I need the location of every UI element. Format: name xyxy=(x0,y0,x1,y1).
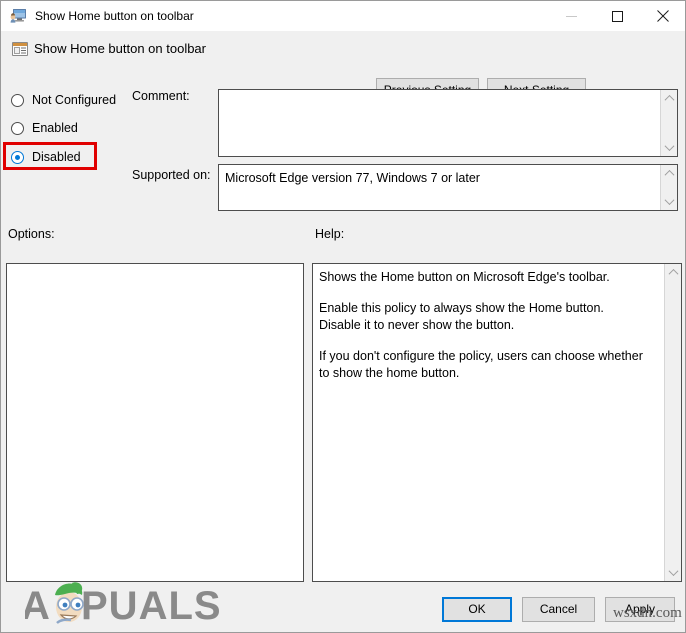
maximize-button[interactable] xyxy=(594,1,640,31)
chevron-up-icon[interactable] xyxy=(661,165,678,182)
ok-button[interactable]: OK xyxy=(442,597,512,622)
supported-on-scrollbar[interactable] xyxy=(660,165,677,210)
chevron-up-icon[interactable] xyxy=(665,264,682,281)
supported-on-input[interactable]: Microsoft Edge version 77, Windows 7 or … xyxy=(218,164,678,211)
supported-on-label: Supported on: xyxy=(132,168,211,182)
help-label: Help: xyxy=(315,227,345,241)
title-bar: Show Home button on toolbar xyxy=(1,1,685,31)
help-text: Shows the Home button on Microsoft Edge'… xyxy=(319,269,649,382)
setting-header-title: Show Home button on toolbar xyxy=(34,41,206,56)
apply-button[interactable]: Apply xyxy=(605,597,675,622)
radio-enabled[interactable]: Enabled xyxy=(11,118,78,138)
policy-setting-dialog: Show Home button on toolbar Show Home bu… xyxy=(0,0,686,633)
radio-disabled[interactable]: Disabled xyxy=(11,147,81,167)
setting-header-bar: Show Home button on toolbar Previous Set… xyxy=(1,31,685,103)
options-pane[interactable] xyxy=(6,263,304,582)
radio-enabled-label: Enabled xyxy=(32,121,78,135)
help-paragraph: Enable this policy to always show the Ho… xyxy=(319,301,604,332)
close-icon xyxy=(657,10,669,22)
svg-text:PUALS: PUALS xyxy=(81,584,222,628)
policy-document-icon xyxy=(11,40,29,58)
radio-disabled-label: Disabled xyxy=(32,150,81,164)
chevron-down-icon[interactable] xyxy=(661,139,678,156)
window-title: Show Home button on toolbar xyxy=(35,9,194,23)
radio-enabled-mark xyxy=(11,121,24,135)
help-paragraph: Shows the Home button on Microsoft Edge'… xyxy=(319,270,610,284)
radio-not-configured-mark xyxy=(11,93,24,107)
cancel-button[interactable]: Cancel xyxy=(522,597,595,622)
radio-not-configured[interactable]: Not Configured xyxy=(11,90,116,110)
minimize-icon xyxy=(565,11,577,22)
close-button[interactable] xyxy=(640,1,685,31)
svg-text:A: A xyxy=(25,584,51,628)
chevron-up-icon[interactable] xyxy=(661,90,678,107)
maximize-icon xyxy=(611,10,623,22)
help-pane[interactable]: Shows the Home button on Microsoft Edge'… xyxy=(312,263,682,582)
radio-disabled-mark xyxy=(11,150,24,164)
chevron-down-icon[interactable] xyxy=(661,193,678,210)
appuals-logo-watermark: A PUALS xyxy=(21,577,225,629)
radio-not-configured-label: Not Configured xyxy=(32,93,117,107)
comment-input[interactable] xyxy=(218,89,678,157)
supported-on-value: Microsoft Edge version 77, Windows 7 or … xyxy=(225,171,480,185)
minimize-button[interactable] xyxy=(548,1,594,31)
comment-label: Comment: xyxy=(132,89,190,103)
help-scrollbar[interactable] xyxy=(664,264,681,581)
help-paragraph: If you don't configure the policy, users… xyxy=(319,349,643,380)
chevron-down-icon[interactable] xyxy=(665,564,682,581)
policy-setting-window-icon xyxy=(10,8,27,24)
comment-scrollbar[interactable] xyxy=(660,90,677,156)
options-label: Options: xyxy=(8,227,55,241)
